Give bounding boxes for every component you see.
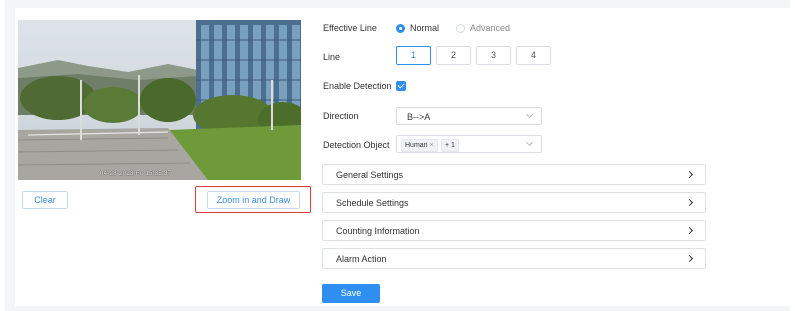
section-title: Counting Information <box>336 226 420 236</box>
enable-detection-checkbox[interactable] <box>396 81 406 91</box>
chevron-right-icon <box>685 198 694 207</box>
line-button-2[interactable]: 2 <box>436 46 471 65</box>
enable-detection-label: Enable Detection <box>323 81 392 91</box>
close-icon[interactable]: × <box>430 142 434 149</box>
chevron-down-icon <box>525 138 534 147</box>
chevron-right-icon <box>685 170 694 179</box>
line-label: Line <box>323 52 341 62</box>
video-preview[interactable]: 04-28-2023 Fri 15:35:37 <box>18 20 301 180</box>
radio-normal[interactable] <box>396 24 405 33</box>
direction-select[interactable]: B-->A <box>396 107 542 125</box>
radio-normal-label[interactable]: Normal <box>410 23 439 33</box>
section-schedule-settings[interactable]: Schedule Settings <box>322 192 706 213</box>
save-button[interactable]: Save <box>322 284 380 303</box>
chevron-right-icon <box>685 226 694 235</box>
section-title: General Settings <box>336 170 404 180</box>
tag-human-label: Human <box>405 142 428 149</box>
line-button-4[interactable]: 4 <box>516 46 551 65</box>
clear-button[interactable]: Clear <box>22 191 68 209</box>
timestamp-overlay: 04-28-2023 Fri 15:35:37 <box>100 171 172 177</box>
section-counting-information[interactable]: Counting Information <box>322 220 706 241</box>
effective-line-label: Effective Line <box>323 23 377 33</box>
line-button-1[interactable]: 1 <box>396 46 431 65</box>
section-title: Alarm Action <box>336 254 387 264</box>
camera-scene-image <box>18 20 301 180</box>
line-button-3[interactable]: 3 <box>476 46 511 65</box>
radio-advanced-label[interactable]: Advanced <box>470 23 510 33</box>
section-title: Schedule Settings <box>336 198 409 208</box>
radio-advanced[interactable] <box>456 24 465 33</box>
detection-object-label: Detection Object <box>323 140 390 150</box>
section-alarm-action[interactable]: Alarm Action <box>322 248 706 269</box>
highlight-annotation-box <box>195 186 311 213</box>
direction-label: Direction <box>323 111 359 121</box>
direction-value: B-->A <box>407 112 431 122</box>
detection-object-select[interactable]: Human × + 1 <box>396 135 542 153</box>
tag-more-count: + 1 <box>441 139 459 152</box>
chevron-down-icon <box>525 110 534 119</box>
chevron-right-icon <box>685 254 694 263</box>
tag-human: Human × <box>401 139 438 152</box>
section-general-settings[interactable]: General Settings <box>322 164 706 185</box>
